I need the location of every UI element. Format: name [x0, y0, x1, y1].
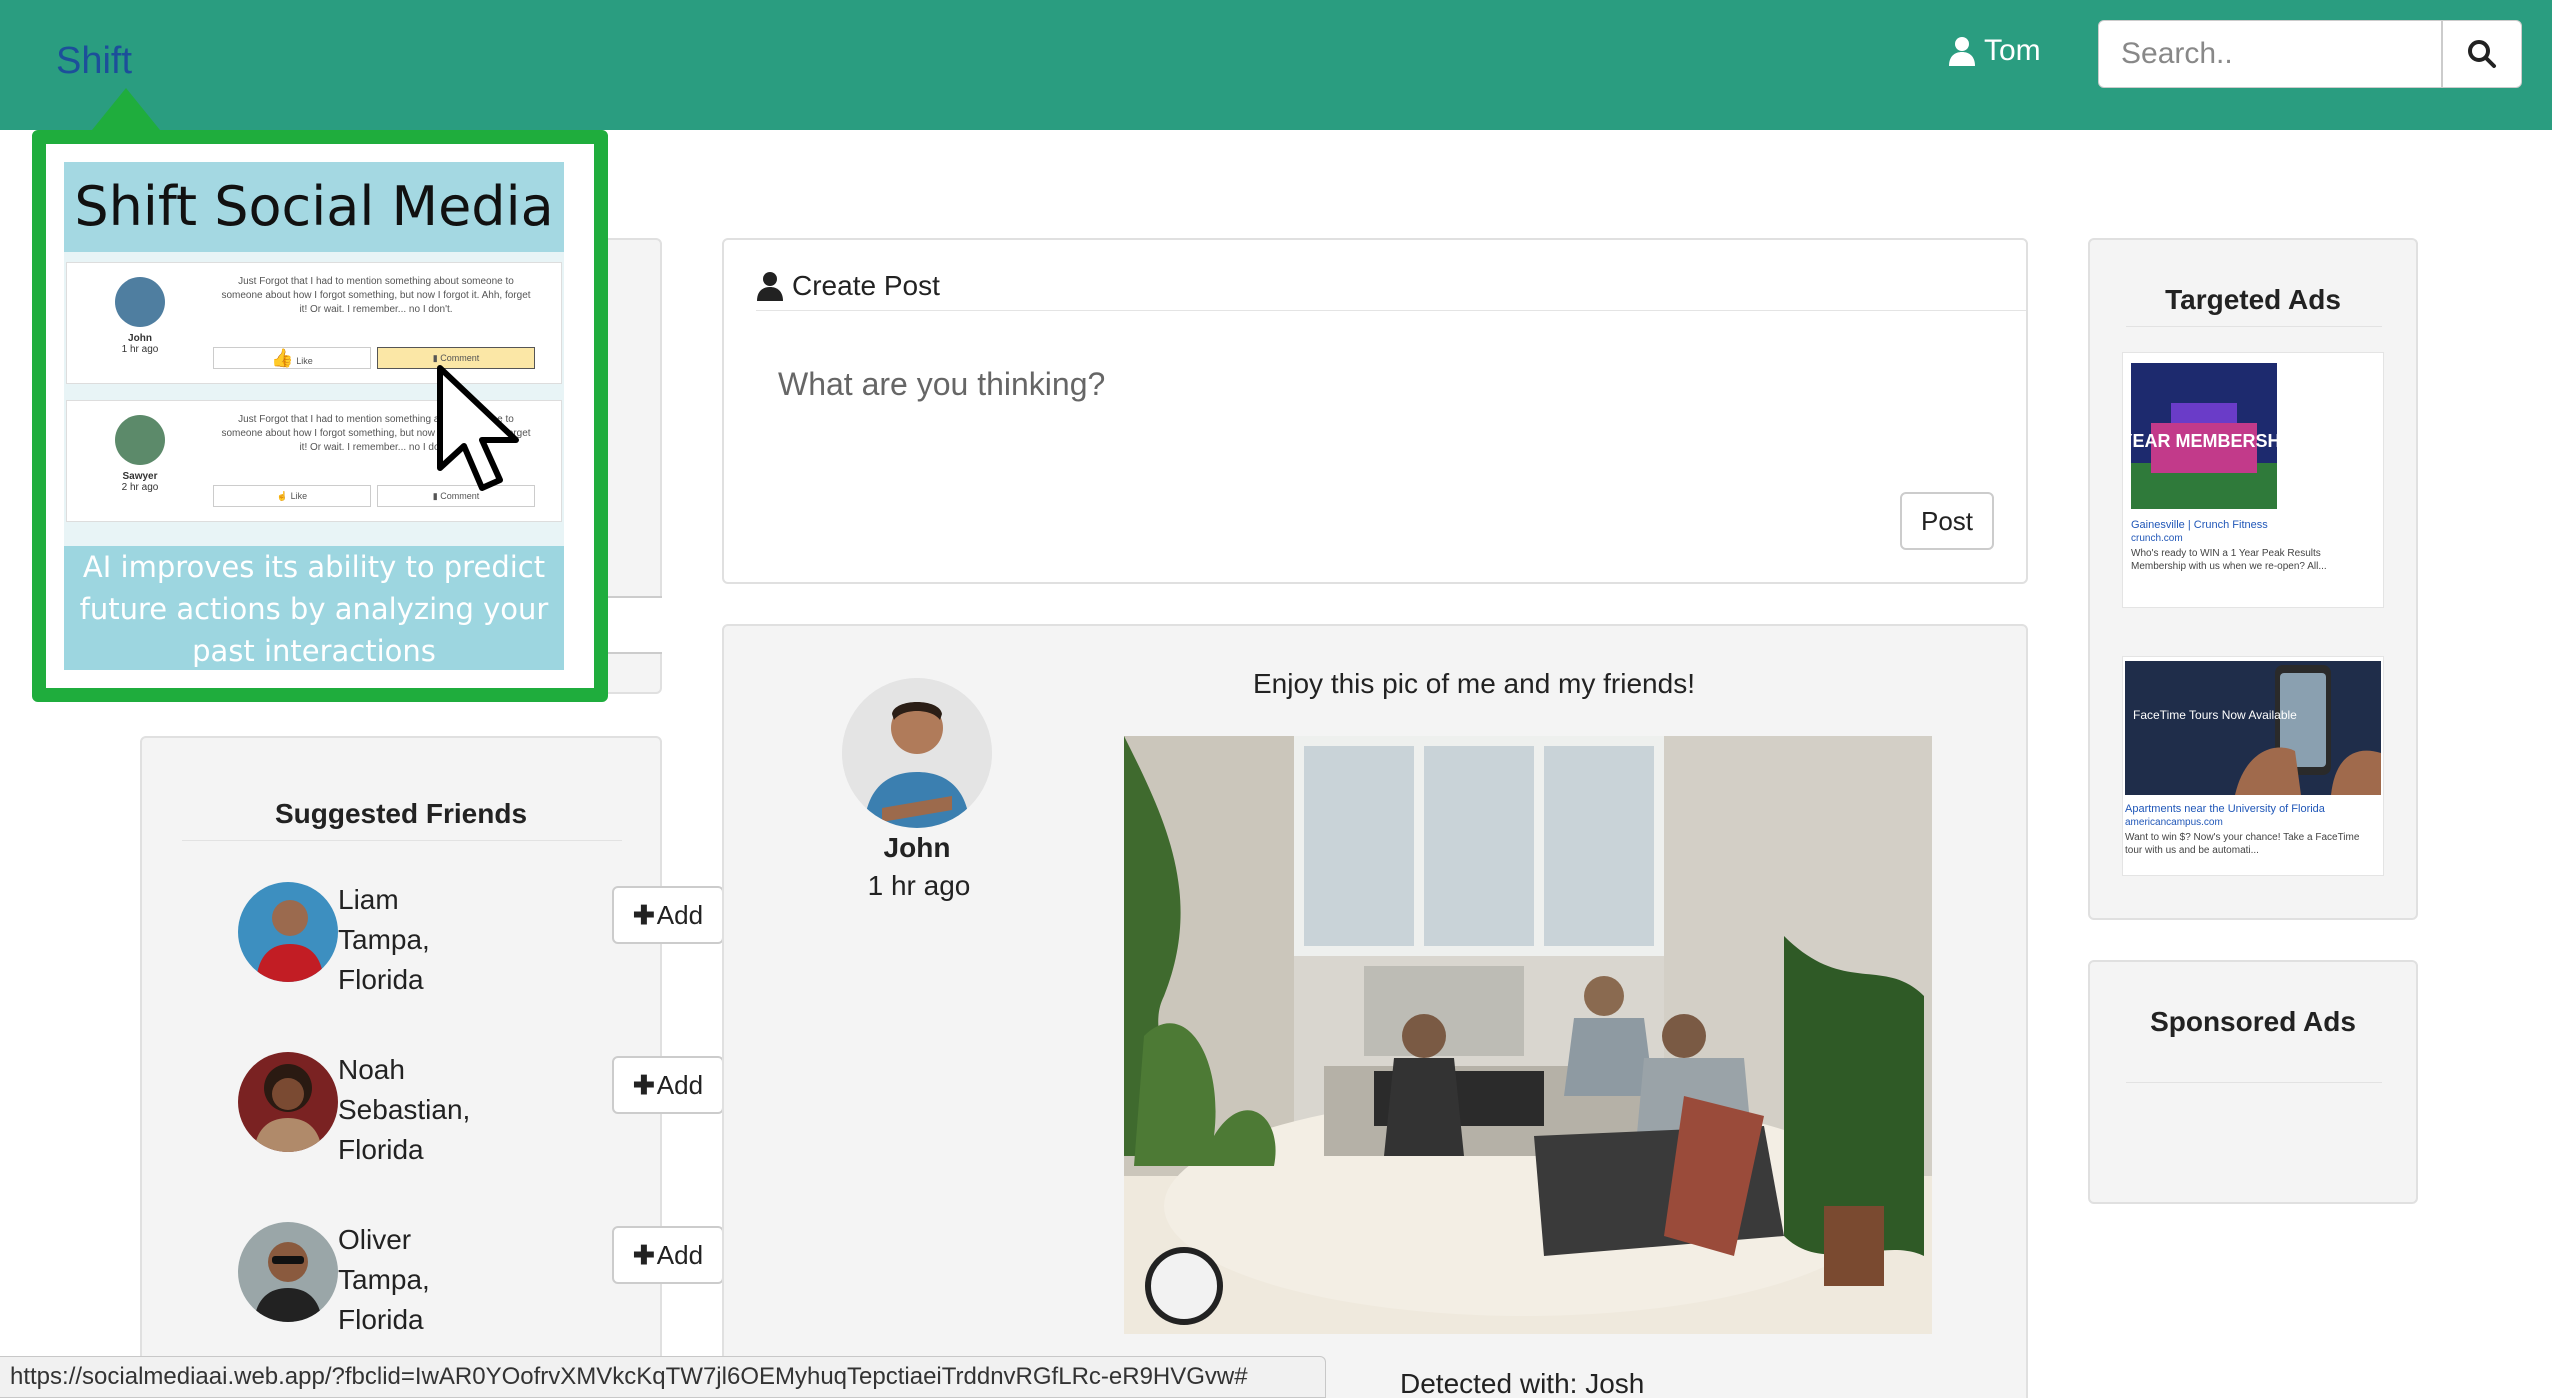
post-button[interactable]: Post [1900, 492, 1994, 550]
popup-post-name: Sawyer [122, 471, 158, 482]
ad-image[interactable]: 1-YEAR MEMBERSHIP! [2131, 363, 2277, 509]
popup-post-time: 2 hr ago [121, 482, 159, 493]
friend-item: Liam Tampa, Florida ✚ Add [238, 880, 724, 1022]
add-friend-button[interactable]: ✚ Add [612, 886, 724, 944]
suggested-friends-panel: Suggested Friends Liam Tampa, Florida ✚ … [140, 736, 724, 1376]
sponsored-ads-panel: Sponsored Ads [2088, 960, 2418, 1204]
ad-link[interactable]: Gainesville | Crunch Fitness [2131, 519, 2268, 532]
create-post-panel: Create Post What are you thinking? Post [722, 238, 2028, 584]
friend-state: Florida [338, 1304, 424, 1335]
user-icon [1949, 37, 1975, 66]
ad-image[interactable]: FaceTime Tours Now Available [2125, 661, 2381, 795]
link-preview-status-bar: https://socialmediaai.web.app/?fbclid=Iw… [0, 1356, 1326, 1398]
popup-like-label: Like [290, 491, 308, 501]
user-name: Tom [1984, 34, 2041, 67]
add-label: Add [656, 899, 704, 930]
friend-state: Florida [338, 1134, 424, 1165]
ad-card[interactable]: FaceTime Tours Now Available Apartments … [2122, 656, 2384, 876]
sponsored-ads-title: Sponsored Ads [2150, 1006, 2356, 1037]
ad-banner-text: 1-YEAR MEMBERSHIP! [2131, 431, 2277, 451]
ad-banner-text: FaceTime Tours Now Available [2133, 708, 2297, 722]
top-navbar: Shift Tom [0, 0, 2552, 130]
mouse-cursor-icon [437, 365, 519, 491]
popup-title: Shift Social Media [64, 162, 564, 252]
brand-link[interactable]: Shift [56, 40, 132, 83]
avatar[interactable] [238, 1222, 338, 1322]
popup-comment-label: Comment [440, 353, 480, 363]
add-label: Add [656, 1069, 704, 1100]
divider [182, 840, 622, 841]
ad-domain: crunch.com [2131, 533, 2183, 544]
detected-tag: Detected with: Josh [1400, 1368, 1645, 1398]
friend-name[interactable]: Noah [338, 1050, 470, 1090]
friend-info: Liam Tampa, Florida [338, 880, 430, 1000]
avatar [115, 277, 165, 327]
add-label: Add [656, 1239, 704, 1270]
popup-image: Shift Social Media John 1 hr ago Just Fo… [64, 162, 564, 670]
friend-info: Oliver Tampa, Florida [338, 1220, 430, 1340]
popup-arrow [92, 88, 160, 130]
avatar[interactable] [238, 882, 338, 982]
friend-city: Tampa, [338, 924, 430, 955]
suggested-friends-title: Suggested Friends [274, 798, 528, 829]
thumbs-up-icon: 👍 [271, 348, 294, 368]
create-post-header: Create Post [756, 270, 940, 302]
avatar[interactable] [842, 678, 992, 828]
search-icon [2468, 40, 2496, 68]
plus-icon: ✚ [632, 1069, 655, 1100]
search-input[interactable] [2098, 20, 2442, 88]
targeted-ads-panel: Targeted Ads 1-YEAR MEMBERSHIP! Gainesvi… [2088, 238, 2418, 920]
ad-domain: americancampus.com [2125, 817, 2223, 828]
divider [2126, 326, 2382, 327]
create-post-title: Create Post [792, 270, 940, 301]
divider [2126, 1082, 2382, 1083]
plus-icon: ✚ [632, 1239, 655, 1270]
plus-icon: ✚ [632, 899, 655, 930]
popup-post-author: John 1 hr ago [107, 333, 173, 355]
friend-name[interactable]: Oliver [338, 1220, 430, 1260]
feature-popup: Shift Social Media John 1 hr ago Just Fo… [32, 130, 608, 702]
friend-item: Oliver Tampa, Florida ✚ Add [238, 1220, 724, 1362]
feed-post: John 1 hr ago Enjoy this pic of me and m… [722, 624, 2028, 1398]
popup-post-text: Just Forgot that I had to mention someth… [221, 276, 531, 315]
popup-footer-text: AI improves its ability to predict futur… [64, 546, 564, 670]
popup-like-button: ☝ Like [213, 485, 371, 507]
ad-description: Who's ready to WIN a 1 Year Peak Results… [2131, 548, 2327, 572]
post-photo[interactable] [1124, 736, 1932, 1334]
avatar[interactable] [238, 1052, 338, 1152]
add-friend-button[interactable]: ✚ Add [612, 1056, 724, 1114]
divider [756, 310, 2026, 311]
post-time: 1 hr ago [867, 870, 971, 901]
ad-description: Want to win $? Now's your chance! Take a… [2125, 832, 2360, 856]
ad-link[interactable]: Apartments near the University of Florid… [2125, 803, 2325, 816]
user-icon [757, 272, 783, 301]
post-text: Enjoy this pic of me and my friends! [1253, 668, 1695, 699]
popup-post-name: John [128, 333, 152, 344]
search-button[interactable] [2442, 20, 2522, 88]
popup-like-button: 👍 Like [213, 347, 371, 369]
friend-state: Florida [338, 964, 424, 995]
post-text-input[interactable]: What are you thinking? [778, 366, 1105, 403]
popup-post-time: 1 hr ago [121, 344, 159, 355]
add-friend-button[interactable]: ✚ Add [612, 1226, 724, 1284]
avatar [115, 415, 165, 465]
friend-city: Sebastian, [338, 1094, 471, 1125]
popup-like-label: Like [296, 356, 313, 366]
comment-icon: ▮ [432, 353, 438, 363]
friend-info: Noah Sebastian, Florida [338, 1050, 470, 1170]
post-author-name[interactable]: John [842, 832, 992, 864]
user-profile-link[interactable]: Tom [1948, 34, 2041, 68]
popup-post-author: Sawyer 2 hr ago [107, 471, 173, 493]
friend-city: Tampa, [338, 1264, 430, 1295]
friend-item: Noah Sebastian, Florida ✚ Add [238, 1050, 724, 1192]
targeted-ads-title: Targeted Ads [2165, 284, 2341, 315]
friend-name[interactable]: Liam [338, 880, 430, 920]
thumbs-up-icon: ☝ [276, 491, 289, 501]
ad-card[interactable]: 1-YEAR MEMBERSHIP! Gainesville | Crunch … [2122, 352, 2384, 608]
